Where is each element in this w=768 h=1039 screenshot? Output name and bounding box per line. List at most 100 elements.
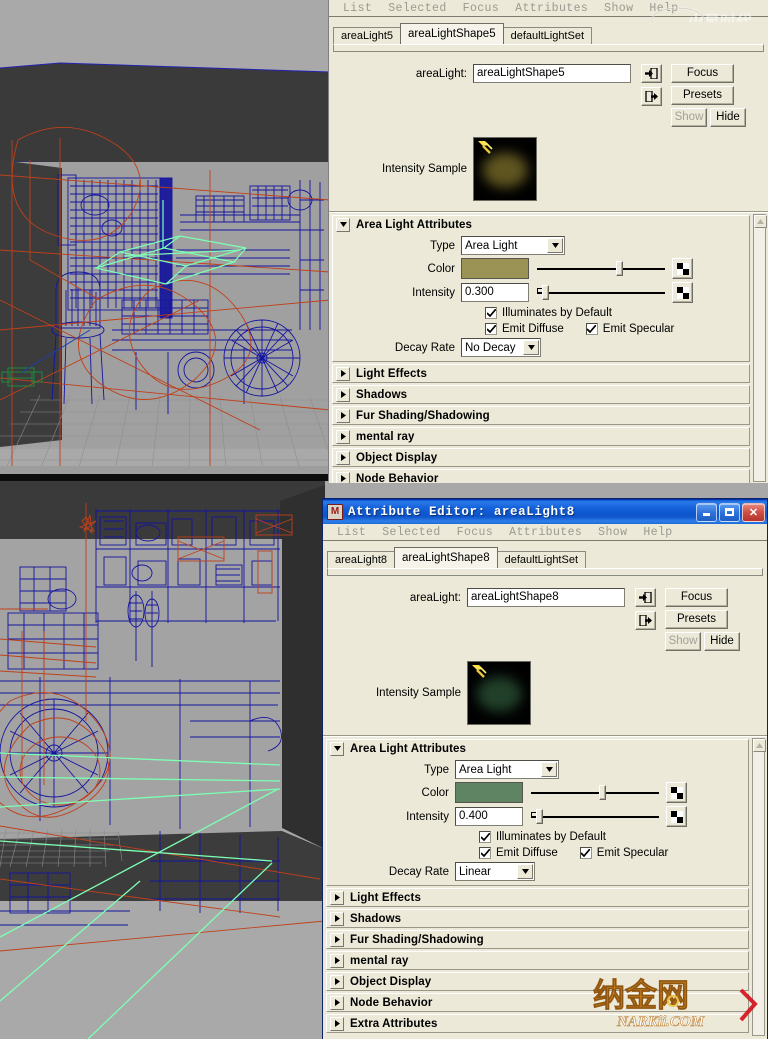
- minimize-button[interactable]: [696, 502, 717, 522]
- arrow-out-of-box-icon[interactable]: [635, 611, 656, 630]
- section-header-area-light[interactable]: Area Light Attributes: [333, 216, 749, 233]
- menu-attributes[interactable]: Attributes: [501, 526, 590, 539]
- menu-show[interactable]: Show: [596, 2, 641, 15]
- color-map-button[interactable]: [666, 782, 687, 803]
- menubar-bottom[interactable]: List Selected Focus Attributes Show Help: [323, 524, 767, 541]
- tab-arealightshape5[interactable]: areaLightShape5: [400, 23, 504, 44]
- chevron-right-icon[interactable]: [330, 995, 344, 1010]
- slider-thumb[interactable]: [616, 261, 624, 276]
- chevron-right-icon[interactable]: [330, 890, 344, 905]
- slider-thumb[interactable]: [598, 785, 606, 800]
- emit-specular-checkbox[interactable]: [585, 323, 598, 335]
- arrow-into-box-icon[interactable]: [635, 588, 656, 607]
- show-button[interactable]: Show: [671, 108, 707, 127]
- tab-defaultlightset[interactable]: defaultLightSet: [496, 551, 586, 568]
- menu-attributes[interactable]: Attributes: [507, 2, 596, 15]
- menu-focus[interactable]: Focus: [455, 2, 508, 15]
- chevron-right-icon[interactable]: [336, 471, 350, 483]
- chevron-right-icon[interactable]: [336, 366, 350, 381]
- section-light-effects[interactable]: Light Effects: [326, 888, 749, 907]
- intensity-slider[interactable]: [531, 807, 659, 826]
- chevron-right-icon[interactable]: [330, 911, 344, 926]
- type-dropdown[interactable]: Area Light: [455, 760, 559, 779]
- chevron-right-icon[interactable]: [336, 429, 350, 444]
- section-shadows[interactable]: Shadows: [332, 385, 750, 404]
- node-name-input[interactable]: areaLightShape5: [473, 64, 631, 83]
- scroll-up-icon[interactable]: [754, 215, 767, 228]
- maximize-button[interactable]: [719, 502, 740, 522]
- illuminates-by-default-checkbox[interactable]: [485, 307, 497, 319]
- chevron-down-icon[interactable]: [330, 741, 344, 756]
- section-fur-shading[interactable]: Fur Shading/Shadowing: [326, 930, 749, 949]
- focus-button[interactable]: Focus: [665, 588, 728, 607]
- chevron-down-icon[interactable]: [541, 762, 557, 777]
- titlebar-bottom[interactable]: M Attribute Editor: areaLight8 ✕: [323, 499, 767, 524]
- intensity-sample-swatch[interactable]: [473, 137, 537, 201]
- intensity-input[interactable]: 0.400: [455, 807, 523, 826]
- chevron-right-icon[interactable]: [330, 1016, 344, 1031]
- section-shadows[interactable]: Shadows: [326, 909, 749, 928]
- decay-rate-dropdown[interactable]: No Decay: [461, 338, 541, 357]
- section-mental-ray[interactable]: mental ray: [332, 427, 750, 446]
- focus-button[interactable]: Focus: [671, 64, 734, 83]
- arrow-out-of-box-icon[interactable]: [641, 87, 662, 106]
- chevron-down-icon[interactable]: [517, 864, 533, 879]
- type-dropdown[interactable]: Area Light: [461, 236, 565, 255]
- tab-defaultlightset[interactable]: defaultLightSet: [502, 27, 592, 44]
- section-node-behavior[interactable]: Node Behavior: [326, 993, 749, 1012]
- section-light-effects[interactable]: Light Effects: [332, 364, 750, 383]
- color-slider[interactable]: [531, 783, 659, 802]
- menu-focus[interactable]: Focus: [449, 526, 502, 539]
- viewport-perspective-bottom[interactable]: [0, 481, 325, 1039]
- intensity-map-button[interactable]: [666, 806, 687, 827]
- menu-list[interactable]: List: [335, 2, 380, 15]
- section-header-area-light[interactable]: Area Light Attributes: [327, 740, 748, 757]
- intensity-slider[interactable]: [537, 283, 665, 302]
- slider-thumb[interactable]: [536, 809, 544, 824]
- color-map-button[interactable]: [672, 258, 693, 279]
- chevron-right-icon[interactable]: [330, 932, 344, 947]
- chevron-right-icon[interactable]: [330, 974, 344, 989]
- tab-arealightshape8[interactable]: areaLightShape8: [394, 547, 498, 568]
- emit-specular-checkbox[interactable]: [579, 847, 592, 859]
- hide-button[interactable]: Hide: [704, 632, 740, 651]
- illuminates-by-default-checkbox[interactable]: [479, 831, 491, 843]
- attribute-scrollbar-top[interactable]: [753, 214, 767, 482]
- section-fur-shading[interactable]: Fur Shading/Shadowing: [332, 406, 750, 425]
- chevron-down-icon[interactable]: [523, 340, 539, 355]
- section-extra-attributes[interactable]: Extra Attributes: [326, 1014, 749, 1033]
- color-swatch[interactable]: [461, 258, 529, 279]
- chevron-right-icon[interactable]: [336, 387, 350, 402]
- slider-thumb[interactable]: [542, 285, 550, 300]
- emit-diffuse-checkbox[interactable]: [479, 847, 491, 859]
- intensity-input[interactable]: 0.300: [461, 283, 529, 302]
- node-name-input[interactable]: areaLightShape8: [467, 588, 625, 607]
- emit-diffuse-checkbox[interactable]: [485, 323, 497, 335]
- scroll-up-icon[interactable]: [753, 739, 766, 752]
- section-node-behavior[interactable]: Node Behavior: [332, 469, 750, 483]
- decay-rate-dropdown[interactable]: Linear: [455, 862, 535, 881]
- section-object-display[interactable]: Object Display: [332, 448, 750, 467]
- chevron-down-icon[interactable]: [336, 217, 350, 232]
- tab-arealight8[interactable]: areaLight8: [327, 551, 395, 568]
- color-slider[interactable]: [537, 259, 665, 278]
- presets-button[interactable]: Presets: [665, 610, 728, 629]
- chevron-right-icon[interactable]: [336, 450, 350, 465]
- menubar-top[interactable]: List Selected Focus Attributes Show Help: [329, 0, 768, 17]
- menu-selected[interactable]: Selected: [374, 526, 448, 539]
- menu-help[interactable]: Help: [635, 526, 680, 539]
- tab-arealight5[interactable]: areaLight5: [333, 27, 401, 44]
- menu-list[interactable]: List: [329, 526, 374, 539]
- chevron-right-icon[interactable]: [336, 408, 350, 423]
- close-button[interactable]: ✕: [742, 502, 765, 522]
- color-swatch[interactable]: [455, 782, 523, 803]
- menu-show[interactable]: Show: [590, 526, 635, 539]
- chevron-down-icon[interactable]: [547, 238, 563, 253]
- show-button[interactable]: Show: [665, 632, 701, 651]
- intensity-map-button[interactable]: [672, 282, 693, 303]
- viewport-perspective-top[interactable]: [0, 0, 330, 481]
- arrow-into-box-icon[interactable]: [641, 64, 662, 83]
- menu-selected[interactable]: Selected: [380, 2, 454, 15]
- intensity-sample-swatch[interactable]: [467, 661, 531, 725]
- section-object-display[interactable]: Object Display: [326, 972, 749, 991]
